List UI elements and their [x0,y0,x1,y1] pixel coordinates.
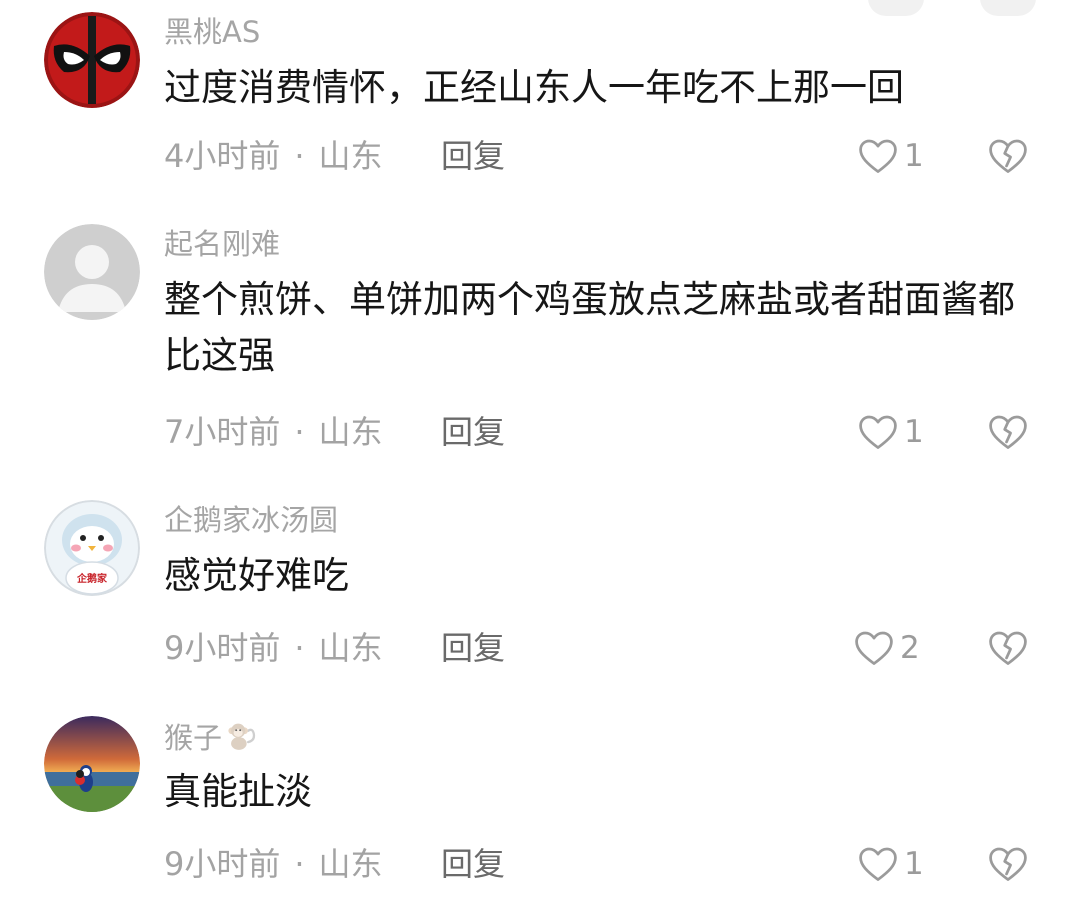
reply-button[interactable]: 回复 [441,136,505,176]
monkey-icon [224,718,258,760]
comment-location: 山东 [318,845,383,883]
meta-separator: · [294,137,305,175]
like-count: 2 [900,630,920,666]
avatar[interactable] [44,224,140,320]
comment-meta: 4小时前 · 山东 [164,136,383,176]
username-text: 猴子 [164,721,223,755]
default-person-avatar-icon [44,224,140,320]
broken-heart-icon [989,139,1027,173]
meta-separator: · [294,629,305,667]
username[interactable]: 起名刚难 [164,226,280,262]
comment-time: 9小时前 [164,845,281,883]
heart-outline-icon [859,847,897,881]
like-count: 1 [904,846,924,882]
heart-outline-icon [859,415,897,449]
meta-separator: · [294,413,305,451]
broken-heart-icon [989,415,1027,449]
comment-time: 4小时前 [164,137,281,175]
avatar[interactable] [44,716,140,812]
dislike-button[interactable] [986,626,1030,670]
heart-outline-icon [855,631,893,665]
penguin-avatar-icon: 企鹅家 [44,500,140,596]
comment-location: 山东 [318,629,383,667]
comment-item: 起名刚难 整个煎饼、单饼加两个鸡蛋放点芝麻盐或者甜面酱都比这强 7小时前 · 山东 … [0,224,1080,464]
comment-meta: 7小时前 · 山东 [164,412,383,452]
comment-time: 7小时前 [164,413,281,451]
comment-location: 山东 [318,413,383,451]
dislike-button[interactable] [986,134,1030,178]
comment-text: 真能扯淡 [164,770,312,813]
comment-meta: 9小时前 · 山东 [164,628,383,668]
username[interactable]: 企鹅家冰汤圆 [164,502,338,538]
avatar[interactable] [44,12,140,108]
comment-text: 整个煎饼、单饼加两个鸡蛋放点芝麻盐或者甜面酱都比这强 [164,278,1015,377]
comment-location: 山东 [318,137,383,175]
like-button[interactable]: 2 [852,626,920,670]
comment-meta: 9小时前 · 山东 [164,844,383,884]
username[interactable]: 猴子 [164,718,258,760]
reply-button[interactable]: 回复 [441,628,505,668]
comment-item: 黑桃AS 过度消费情怀，正经山东人一年吃不上那一回 4小时前 · 山东 回复 1 [0,12,1080,182]
comment-item: 企鹅家 企鹅家冰汤圆 感觉好难吃 9小时前 · 山东 回复 2 [0,500,1080,675]
like-button[interactable]: 1 [856,842,924,886]
like-count: 1 [904,414,924,450]
reply-button[interactable]: 回复 [441,844,505,884]
comment-time: 9小时前 [164,629,281,667]
broken-heart-icon [989,631,1027,665]
comment-text: 过度消费情怀，正经山东人一年吃不上那一回 [164,66,904,109]
sunset-scene-avatar-icon [44,716,140,812]
heart-outline-icon [859,139,897,173]
broken-heart-icon [989,847,1027,881]
meta-separator: · [294,845,305,883]
comment-item: 猴子 真能扯淡 9小时前 · 山东 回复 1 [0,716,1080,896]
like-button[interactable]: 1 [856,410,924,454]
like-count: 1 [904,138,924,174]
dislike-button[interactable] [986,842,1030,886]
penguin-avatar-text: 企鹅家 [76,572,108,585]
masked-hero-avatar-icon [44,12,140,108]
comment-text: 感觉好难吃 [164,554,349,597]
like-button[interactable]: 1 [856,134,924,178]
avatar[interactable]: 企鹅家 [44,500,140,596]
username[interactable]: 黑桃AS [164,14,260,50]
reply-button[interactable]: 回复 [441,412,505,452]
dislike-button[interactable] [986,410,1030,454]
